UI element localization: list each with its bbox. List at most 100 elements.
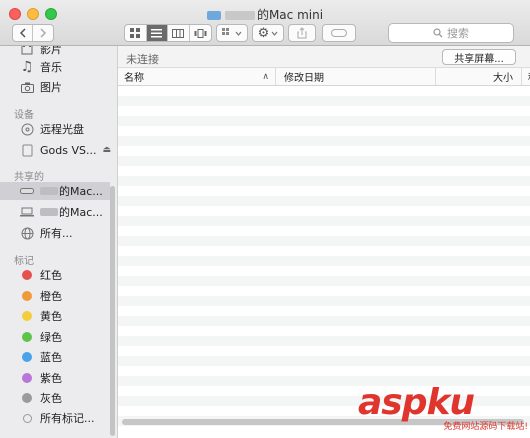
share-button[interactable]	[288, 24, 316, 42]
tag-color-dot	[20, 371, 34, 385]
column-date-label: 修改日期	[284, 73, 324, 84]
yellow-dot-icon	[22, 311, 32, 321]
file-list[interactable]	[118, 86, 530, 426]
sidebar-tag-all[interactable]: 所有标记...	[20, 409, 95, 427]
music-note-icon: ♫	[20, 59, 34, 75]
tags-header: 标记	[14, 256, 34, 267]
column-view-button[interactable]	[168, 25, 190, 41]
sort-ascending-icon: ∧	[262, 71, 269, 82]
sidebar-item-label: 灰色	[40, 392, 62, 405]
computer-title-icon	[206, 11, 221, 20]
icon-grid-icon	[130, 28, 141, 38]
sidebar-item-label: 的Mac...	[59, 206, 103, 219]
search-placeholder: 搜索	[447, 27, 469, 40]
share-icon	[297, 27, 307, 39]
film-icon	[20, 46, 34, 56]
horizontal-scrollbar[interactable]	[122, 419, 524, 425]
sidebar-item-music[interactable]: ♫ 音乐	[20, 58, 62, 76]
list-view-button[interactable]	[146, 25, 168, 41]
computer-icon	[20, 184, 34, 198]
sidebar-scrollbar[interactable]	[110, 186, 115, 436]
sidebar-item-label: 蓝色	[40, 351, 62, 364]
column-kind[interactable]: 种类	[522, 68, 530, 85]
search-icon	[433, 28, 443, 38]
sidebar-item-pictures[interactable]: 图片	[20, 78, 62, 96]
view-mode-group	[124, 24, 212, 42]
icon-view-button[interactable]	[125, 25, 147, 41]
sidebar-item-movies[interactable]: 影片	[20, 46, 62, 58]
column-name[interactable]: 名称 ∧	[118, 68, 276, 85]
sidebar-tag-gray[interactable]: 灰色	[20, 389, 62, 407]
sidebar-item-label: 的Mac...	[59, 185, 103, 198]
sidebar-item-label: 绿色	[40, 331, 62, 344]
sidebar-tag-green[interactable]: 绿色	[20, 328, 62, 346]
sidebar-item-label: 图片	[40, 81, 62, 94]
cover-flow-button[interactable]	[190, 25, 211, 41]
arrange-grid-icon	[222, 28, 229, 35]
window-title: 的Mac mini	[256, 8, 324, 22]
forward-button[interactable]	[33, 25, 53, 41]
list-icon	[151, 28, 163, 37]
sidebar-item-label: 所有...	[40, 227, 73, 240]
orange-dot-icon	[22, 291, 32, 301]
sidebar-item-label: 所有标记...	[40, 412, 95, 425]
search-field[interactable]: 搜索	[388, 23, 514, 43]
tag-color-dot	[20, 289, 34, 303]
shared-header: 共享的	[14, 172, 44, 183]
tags-button[interactable]	[322, 24, 356, 42]
sidebar-item-label: 远程光盘	[40, 123, 84, 136]
sidebar-item-remote-disc[interactable]: 远程光盘	[20, 120, 84, 138]
column-header: 名称 ∧ 修改日期 大小 种类	[118, 68, 530, 86]
chevron-down-icon	[235, 31, 242, 36]
tag-icon	[331, 29, 347, 37]
sidebar-item-all-shared[interactable]: 所有...	[20, 224, 73, 242]
chevron-left-icon	[19, 28, 26, 38]
tag-color-dot	[20, 330, 34, 344]
globe-icon	[20, 226, 34, 240]
blue-dot-icon	[22, 352, 32, 362]
share-screen-button[interactable]: 共享屏幕...	[442, 49, 516, 65]
column-date-modified[interactable]: 修改日期	[276, 68, 436, 85]
sidebar-tag-red[interactable]: 红色	[20, 266, 62, 284]
sidebar-item-shared-macbook[interactable]: 的Mac...	[20, 203, 103, 221]
tag-color-dot	[20, 391, 34, 405]
sidebar-item-label: 音乐	[40, 61, 62, 74]
file-browser: 未连接 共享屏幕... 名称 ∧ 修改日期 大小 种类	[118, 46, 530, 438]
window-title-area: 的Mac mini	[0, 6, 530, 23]
eject-icon[interactable]: ⏏	[102, 145, 111, 155]
sidebar-tag-blue[interactable]: 蓝色	[20, 348, 62, 366]
green-dot-icon	[22, 332, 32, 342]
disc-icon	[20, 122, 34, 136]
sidebar-item-label: 紫色	[40, 372, 62, 385]
gear-icon: ⚙	[257, 25, 270, 41]
laptop-icon	[20, 205, 34, 219]
devices-header: 设备	[14, 110, 34, 121]
action-button[interactable]: ⚙	[252, 24, 284, 42]
cover-flow-icon	[194, 28, 207, 38]
sidebar-item-label: 黄色	[40, 310, 62, 323]
sidebar-tag-orange[interactable]: 橙色	[20, 287, 62, 305]
back-button[interactable]	[13, 25, 34, 41]
connection-status: 未连接	[126, 53, 159, 66]
redacted-name	[40, 187, 58, 195]
camera-icon	[20, 80, 34, 94]
tag-color-dot	[20, 268, 34, 282]
arrange-button[interactable]	[216, 24, 248, 42]
column-size[interactable]: 大小	[436, 68, 522, 85]
sidebar-item-label: 橙色	[40, 290, 62, 303]
sidebar-item-label: Gods VS...	[40, 143, 97, 157]
sidebar-item-shared-mac-mini[interactable]: 的Mac...	[0, 182, 110, 200]
chevron-down-icon	[271, 31, 278, 36]
column-name-label: 名称	[124, 73, 144, 84]
drive-icon	[20, 143, 34, 157]
sidebar-tag-purple[interactable]: 紫色	[20, 369, 62, 387]
sidebar-tag-yellow[interactable]: 黄色	[20, 307, 62, 325]
purple-dot-icon	[22, 373, 32, 383]
redacted-name	[40, 208, 58, 216]
tag-color-dot	[20, 411, 34, 425]
tag-color-dot	[20, 309, 34, 323]
empty-dot-icon	[22, 413, 32, 423]
gray-dot-icon	[22, 393, 32, 403]
sidebar-item-drive[interactable]: Gods VS... ⏏	[20, 141, 111, 159]
sidebar-item-label: 影片	[40, 46, 62, 56]
